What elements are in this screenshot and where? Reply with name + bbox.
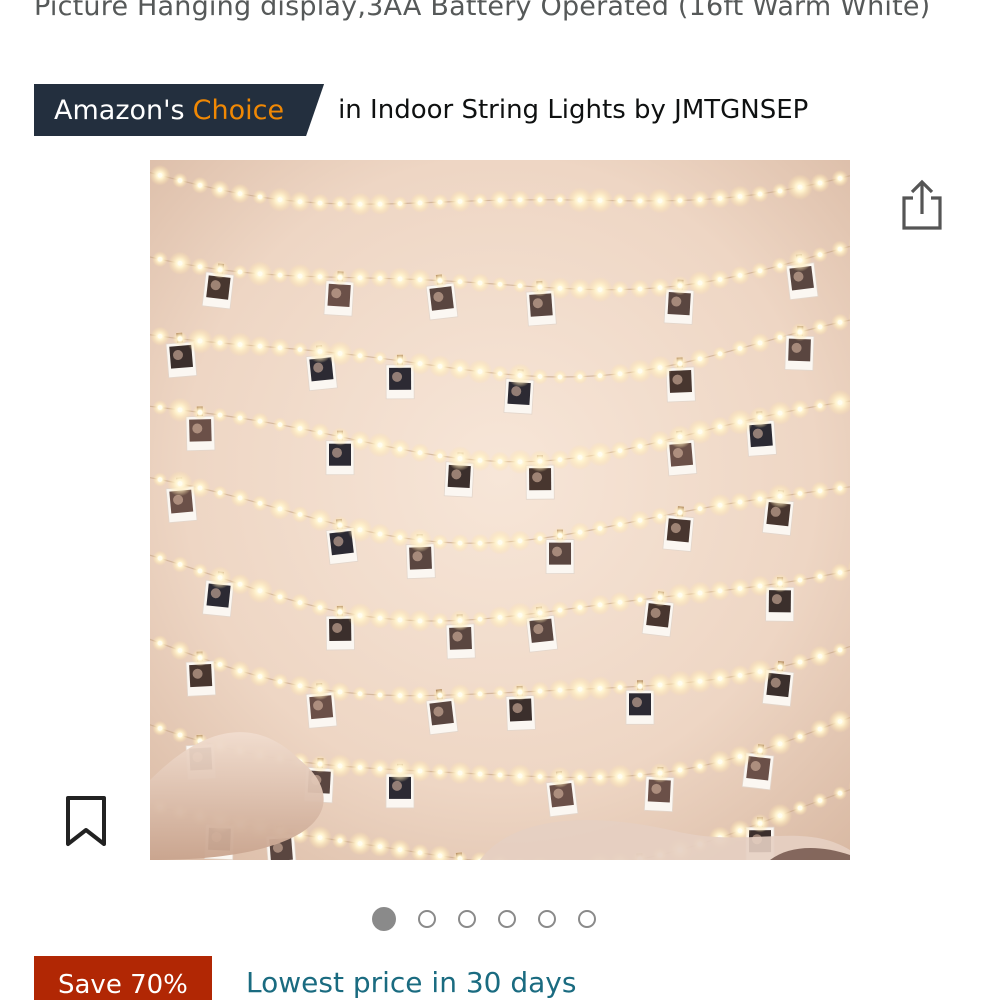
- amazons-choice-badge[interactable]: Amazon's Choice: [34, 84, 324, 136]
- carousel-dot[interactable]: [418, 910, 436, 928]
- amazons-choice-row: Amazon's Choice in Indoor String Lights …: [34, 84, 808, 136]
- carousel-dot[interactable]: [498, 910, 516, 928]
- badge-choice: Choice: [192, 94, 285, 126]
- carousel-dot[interactable]: [372, 907, 396, 931]
- share-icon[interactable]: [896, 176, 946, 232]
- product-detail-page: Picture Hanging display,3AA Battery Oper…: [0, 0, 1000, 1000]
- badge-brand: Amazon's: [54, 94, 185, 126]
- choice-category-text: in Indoor String Lights by JMTGNSEP: [338, 95, 809, 125]
- image-carousel-indicators: [372, 907, 596, 931]
- product-image[interactable]: [150, 160, 850, 860]
- string-lights-photo: [150, 160, 850, 860]
- product-title: Picture Hanging display,3AA Battery Oper…: [34, 0, 931, 22]
- bookmark-icon[interactable]: [62, 794, 110, 850]
- lowest-price-label[interactable]: Lowest price in 30 days: [246, 966, 576, 999]
- save-percent-badge: Save 70%: [34, 956, 212, 1000]
- carousel-dot[interactable]: [538, 910, 556, 928]
- carousel-dot[interactable]: [578, 910, 596, 928]
- carousel-dot[interactable]: [458, 910, 476, 928]
